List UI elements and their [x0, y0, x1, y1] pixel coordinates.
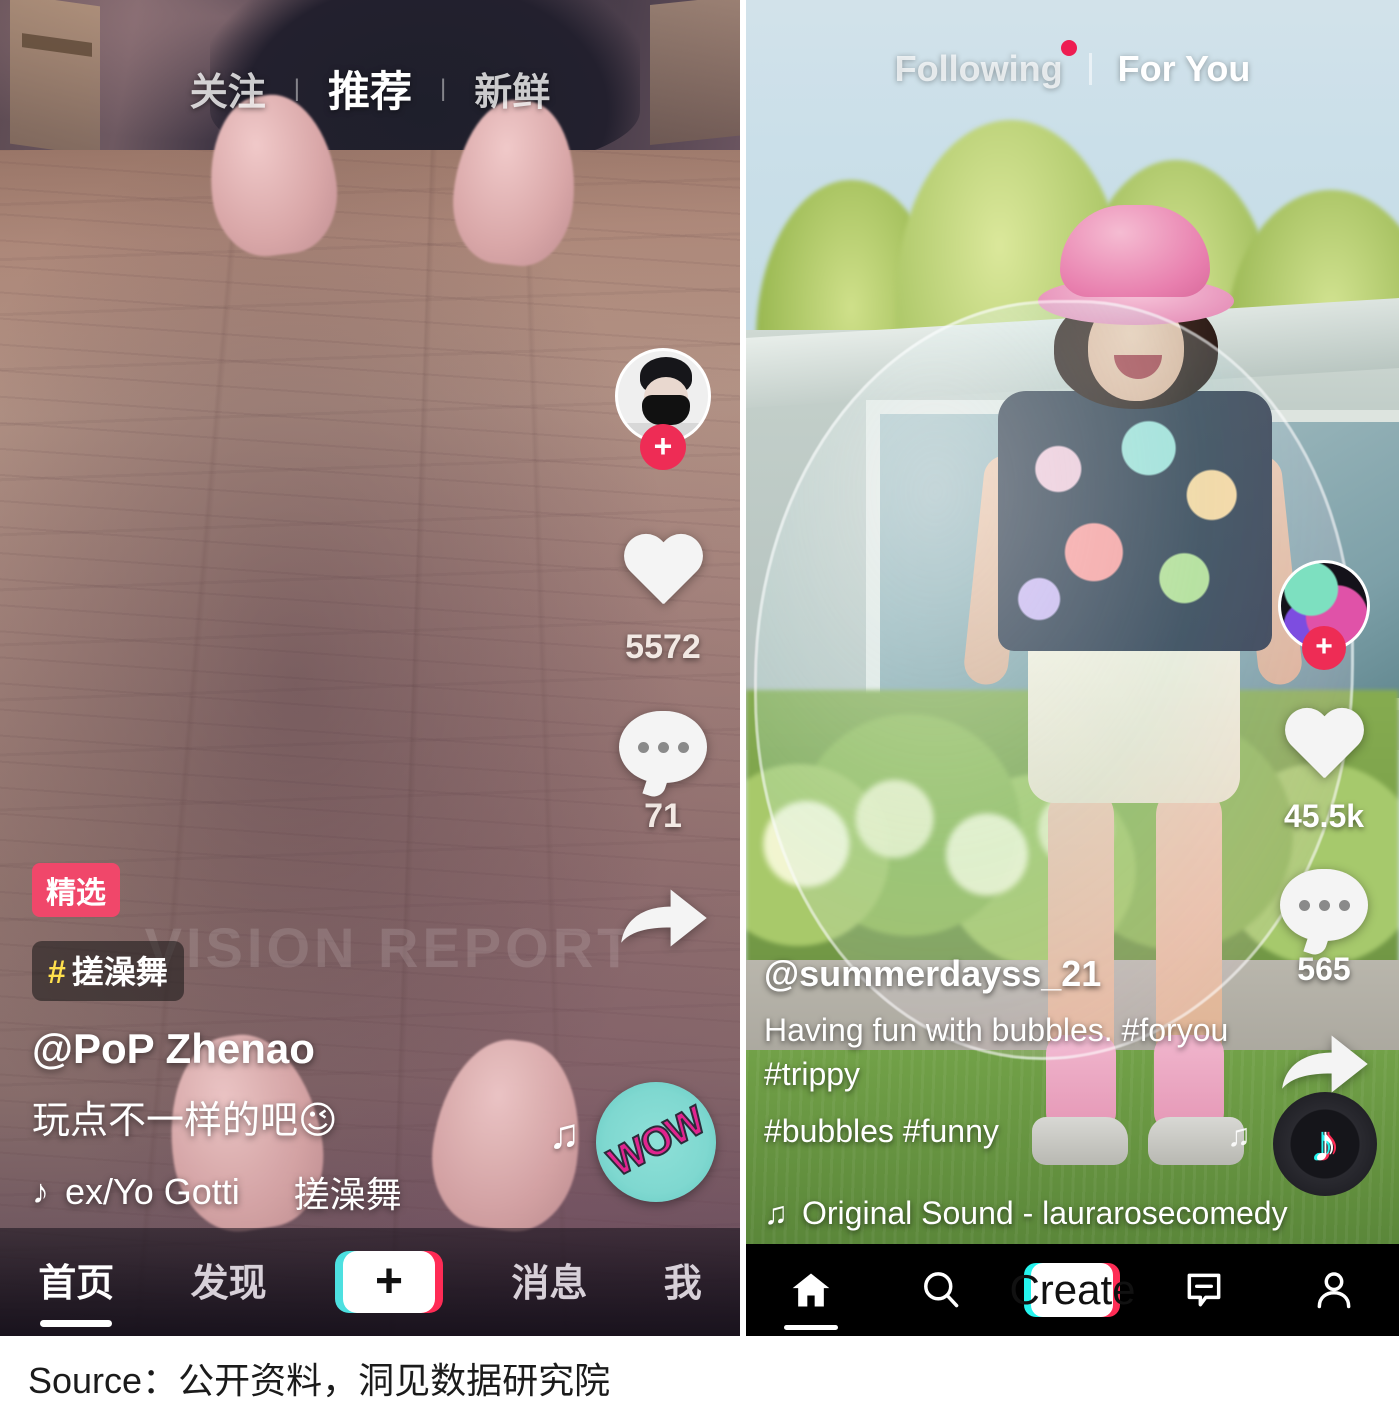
video-description: 玩点不一样的吧😉	[32, 1100, 338, 1142]
music-title: ex/Yo Gotti	[65, 1171, 240, 1212]
hashtag-label: 搓澡舞	[71, 954, 168, 990]
like-button[interactable]: 5572	[608, 536, 718, 667]
tiktok-caption-block: @summerdayss_21 Having fun with bubbles.…	[764, 953, 1304, 1232]
nav-inbox[interactable]	[1164, 1262, 1244, 1318]
tab-recommend[interactable]: 推荐	[300, 58, 440, 119]
create-button[interactable]: +	[334, 1251, 443, 1313]
tab-following[interactable]: Following	[894, 40, 1077, 90]
source-caption: Source：公开资料，洞见数据研究院	[28, 1360, 611, 1401]
inbox-icon	[1187, 1273, 1221, 1307]
rail-spacer-1	[608, 667, 718, 711]
home-icon	[792, 1273, 830, 1307]
author-avatar-with-follow[interactable]: +	[1269, 560, 1379, 670]
nav-home[interactable]: 首页	[38, 1252, 114, 1313]
tab-for-you[interactable]: For You	[1118, 48, 1251, 90]
create-button[interactable]: Create	[1009, 1263, 1136, 1317]
plus-icon: +	[374, 1254, 403, 1308]
nav-home[interactable]	[771, 1262, 851, 1318]
video-description-line1: Having fun with bubbles. #foryou #trippy	[764, 1012, 1229, 1092]
comment-icon[interactable]	[619, 711, 707, 783]
author-avatar-with-follow[interactable]: +	[615, 348, 711, 470]
sound-row[interactable]: ♫ Original Sound - laurarosecomedy	[764, 1195, 1304, 1232]
nav-discover[interactable]	[901, 1262, 981, 1318]
tab-follow[interactable]: 关注	[162, 61, 294, 116]
sound-label: Original Sound - laurarosecomedy	[802, 1195, 1288, 1231]
comment-count: 71	[644, 797, 682, 835]
nav-discover[interactable]: 发现	[191, 1252, 267, 1313]
comment-button[interactable]: 71	[608, 711, 718, 836]
nav-messages[interactable]: 消息	[511, 1252, 587, 1313]
douyin-bottom-nav: 首页 发现 + 消息 我	[0, 1228, 740, 1336]
follow-plus-icon[interactable]: +	[640, 424, 686, 470]
like-count: 5572	[625, 628, 701, 666]
hash-icon: #	[48, 954, 66, 990]
music-note-icon: ♫	[764, 1195, 788, 1231]
tiktok-bottom-nav: Create	[746, 1244, 1399, 1336]
hashtag-chip[interactable]: # 搓澡舞	[32, 941, 184, 1001]
music-row[interactable]: ♪ ex/Yo Gotti 搓澡舞	[32, 1166, 632, 1218]
like-count: 45.5k	[1283, 798, 1365, 834]
author-username[interactable]: @summerdayss_21	[764, 953, 1304, 995]
tab-fresh[interactable]: 新鲜	[446, 61, 578, 116]
tiktok-logo-icon: ♪	[1312, 1115, 1338, 1173]
side-by-side-app-screens: VISION REPORT 关注 | 推荐 | 新鲜 + 5572 71 ♫ W…	[0, 0, 1399, 1336]
video-description-line2: #bubbles #funny	[764, 1112, 999, 1149]
heart-icon[interactable]	[1281, 710, 1367, 788]
avatar-mask	[642, 395, 690, 425]
screenshot-root: VISION REPORT 关注 | 推荐 | 新鲜 + 5572 71 ♫ W…	[0, 0, 1399, 1408]
like-button[interactable]: 45.5k	[1269, 710, 1379, 835]
comment-icon[interactable]	[1280, 869, 1368, 941]
comment-dots	[1280, 869, 1368, 941]
douyin-caption-block: 精选 # 搓澡舞 @PoP Zhenao 玩点不一样的吧😉 ♪ ex/Yo Got…	[32, 863, 632, 1218]
follow-plus-icon[interactable]: +	[1302, 626, 1346, 670]
profile-icon	[1317, 1272, 1351, 1309]
douyin-app-screen: VISION REPORT 关注 | 推荐 | 新鲜 + 5572 71 ♫ W…	[0, 0, 740, 1336]
tiktok-top-tab-bar: Following For You	[746, 40, 1399, 90]
comment-dots	[619, 711, 707, 783]
music-note-icon: ♪	[32, 1172, 49, 1211]
featured-badge: 精选	[32, 863, 120, 917]
tiktok-app-screen: Following For You + 45.5k 565 ♫ ♪ @summe…	[740, 0, 1399, 1336]
search-icon	[924, 1272, 959, 1308]
nav-profile[interactable]	[1294, 1262, 1374, 1318]
bucket-hat-crown	[1060, 205, 1210, 297]
notification-dot-icon	[1060, 40, 1077, 56]
tab-following-label: Following	[894, 48, 1063, 89]
tab-divider	[1088, 53, 1092, 85]
heart-icon[interactable]	[620, 536, 706, 614]
music-tag: 搓澡舞	[293, 1174, 402, 1215]
author-username[interactable]: @PoP Zhenao	[32, 1025, 632, 1073]
nav-profile[interactable]: 我	[664, 1252, 702, 1313]
plus-icon: Create	[1009, 1266, 1136, 1314]
douyin-top-tab-bar: 关注 | 推荐 | 新鲜	[0, 58, 740, 119]
